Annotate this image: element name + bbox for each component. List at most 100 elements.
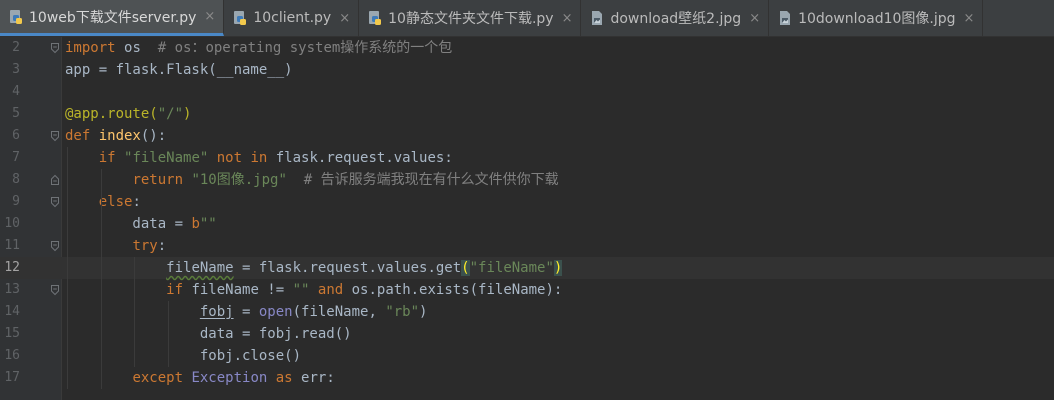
image-file-icon — [780, 11, 791, 25]
code-text: fileName = flask.request.values.get("fil… — [65, 257, 563, 279]
code-line[interactable]: 13 if fileName != "" and os.path.exists(… — [0, 279, 1054, 301]
code-token: "/" — [157, 106, 184, 122]
code-line[interactable]: 5 @app.route("/") — [0, 103, 1054, 125]
code-token: # 告诉服务端我现在有什么文件供你下载 — [286, 172, 559, 188]
code-token: @app.route( — [65, 106, 158, 122]
code-token: import — [65, 40, 125, 56]
code-text: fobj = open(fileName, "rb") — [65, 301, 428, 323]
fold-marker-icon[interactable] — [50, 284, 60, 296]
code-line[interactable]: 2 import os # os：operating system操作系统的一个包 — [0, 37, 1054, 59]
indent-guide — [168, 301, 170, 367]
code-line[interactable]: 14 fobj = open(fileName, "rb") — [0, 301, 1054, 323]
code-token: open — [258, 304, 293, 320]
code-token: os.path.exists(fileName): — [351, 282, 563, 298]
tab-4[interactable]: 10download10图像.jpg × — [769, 0, 984, 36]
code-token: fileName — [166, 260, 234, 276]
close-icon[interactable]: × — [204, 9, 215, 24]
code-token: except — [132, 370, 192, 386]
code-token: data = — [65, 216, 192, 232]
code-token: else — [98, 194, 133, 210]
tab-3[interactable]: download壁纸2.jpg × — [581, 0, 770, 36]
line-number: 17 — [4, 370, 20, 385]
code-line[interactable]: 11 try: — [0, 235, 1054, 257]
line-number: 3 — [12, 62, 20, 77]
code-text: @app.route("/") — [65, 103, 191, 125]
fold-marker-icon[interactable] — [50, 196, 60, 208]
code-token: = flask.request.values.get — [233, 260, 462, 276]
close-icon[interactable]: × — [964, 11, 975, 26]
code-token: : — [157, 238, 167, 254]
code-token: and — [317, 282, 352, 298]
code-token: def — [65, 128, 99, 144]
fold-marker-icon[interactable] — [50, 174, 60, 186]
code-text: return "10图像.jpg" # 告诉服务端我现在有什么文件供你下载 — [65, 169, 559, 191]
code-token: fobj — [199, 304, 234, 320]
line-number: 8 — [12, 172, 20, 187]
code-token: ) — [553, 260, 563, 276]
code-text: def index(): — [65, 125, 166, 147]
code-text: else: — [65, 191, 141, 213]
tab-2[interactable]: 10静态文件夹文件下载.py × — [359, 0, 582, 36]
code-token: err: — [301, 370, 335, 386]
code-token: : — [132, 194, 141, 210]
code-token: "10图像.jpg" — [191, 172, 287, 188]
code-line[interactable]: 16 fobj.close() — [0, 345, 1054, 367]
code-token: b — [191, 216, 200, 232]
python-file-icon — [234, 11, 247, 25]
tab-1[interactable]: 10client.py × — [224, 0, 360, 36]
code-editor[interactable]: 2 import os # os：operating system操作系统的一个包… — [0, 37, 1054, 400]
close-icon[interactable]: × — [749, 11, 760, 26]
tab-0[interactable]: 10web下载文件server.py × — [0, 0, 225, 36]
code-token: "" — [199, 216, 217, 232]
code-text: app = flask.Flask(__name__) — [65, 59, 293, 81]
code-line[interactable]: 12 fileName = flask.request.values.get("… — [0, 257, 1054, 279]
code-line[interactable]: 3 app = flask.Flask(__name__) — [0, 59, 1054, 81]
code-token: = — [233, 304, 259, 320]
code-token: app = flask.Flask(__name__) — [65, 62, 293, 78]
code-token: index — [98, 128, 141, 144]
fold-marker-icon[interactable] — [50, 130, 60, 142]
code-line[interactable]: 15 data = fobj.read() — [0, 323, 1054, 345]
line-number: 16 — [4, 348, 20, 363]
fold-marker-icon[interactable] — [50, 240, 60, 252]
code-line[interactable]: 6 def index(): — [0, 125, 1054, 147]
code-line[interactable]: 9 else: — [0, 191, 1054, 213]
code-text: data = fobj.read() — [65, 323, 352, 345]
code-line[interactable]: 8 return "10图像.jpg" # 告诉服务端我现在有什么文件供你下载 — [0, 169, 1054, 191]
line-number: 14 — [4, 304, 20, 319]
code-token: "rb" — [385, 304, 420, 320]
fold-marker-icon[interactable] — [50, 42, 60, 54]
line-number: 15 — [4, 326, 20, 341]
line-number: 10 — [4, 216, 20, 231]
line-number: 9 — [12, 194, 20, 209]
code-line[interactable]: 4 — [0, 81, 1054, 103]
code-token: data = fobj.read() — [65, 326, 352, 342]
code-token: "fileName" — [124, 150, 217, 166]
code-token: "" — [292, 282, 318, 298]
code-token: ( — [461, 260, 470, 276]
code-line[interactable]: 7 if "fileName" not in flask.request.val… — [0, 147, 1054, 169]
code-text: try: — [65, 235, 166, 257]
code-token: # os：operating system操作系统的一个包 — [140, 40, 453, 56]
editor-tab-bar: 10web下载文件server.py × 10client.py × 10静态文件夹文件… — [0, 0, 1054, 37]
close-icon[interactable]: × — [562, 11, 573, 26]
close-icon[interactable]: × — [339, 11, 350, 26]
code-token: fileName != — [191, 282, 293, 298]
line-number: 2 — [12, 40, 20, 55]
code-text: if "fileName" not in flask.request.value… — [65, 147, 453, 169]
code-token: if — [166, 282, 192, 298]
line-number: 7 — [12, 150, 20, 165]
code-line[interactable]: 17 except Exception as err: — [0, 367, 1054, 389]
tab-label: 10download10图像.jpg — [798, 11, 956, 27]
indent-guide — [100, 213, 102, 389]
code-line[interactable]: 10 data = b"" — [0, 213, 1054, 235]
line-number: 6 — [12, 128, 20, 143]
